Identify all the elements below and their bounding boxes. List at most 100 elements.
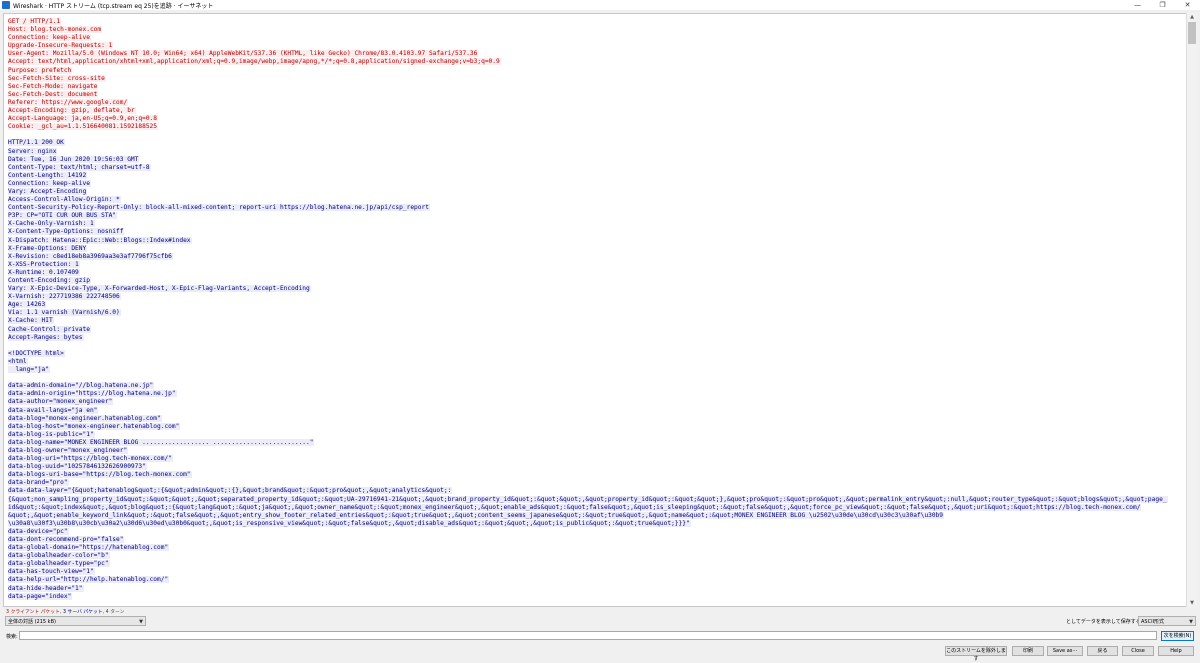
- stream-line-text: Content-Encoding: gzip: [8, 277, 91, 284]
- find-next-button[interactable]: 次を検索(N): [1161, 631, 1194, 641]
- wireshark-app-icon: [2, 1, 10, 9]
- stream-line-text: Via: 1.1 varnish (Varnish/6.0): [8, 309, 121, 317]
- server-stream-line: data-blog-host="monex-engineer.hatenablo…: [8, 422, 1186, 431]
- server-stream-line: data-hide-header="1": [8, 584, 1186, 593]
- stream-line-text: Connection: keep-alive: [8, 179, 91, 187]
- window-title: Wireshark · HTTP ストリーム (tcp.stream eq 25…: [13, 2, 214, 10]
- stream-line-text: \u30a8\u30f3\u30b8\u30cb\u30a2\u30d6\u30…: [8, 519, 691, 527]
- stream-line-text: <!DOCTYPE html>: [8, 349, 65, 357]
- stream-line-text: Sec-Fetch-Dest: document: [8, 90, 99, 98]
- stream-content-pane[interactable]: GET / HTTP/1.1 Host: blog.tech-monex.com C…: [3, 13, 1187, 607]
- server-stream-line: X-Frame-Options: DENY: [8, 244, 1186, 253]
- stream-line-text: HTTP/1.1 200 OK: [8, 139, 65, 147]
- stream-line-text: Referer: https://www.google.com/: [8, 98, 129, 106]
- back-button[interactable]: 戻る: [1087, 646, 1118, 656]
- stream-line-text: data-blog-uri="https://blog.tech-monex.c…: [8, 455, 173, 463]
- stream-line-text: Accept-Ranges: bytes: [8, 333, 84, 341]
- client-stream-line: Accept-Encoding: gzip, deflate, br: [8, 107, 1186, 115]
- scroll-up-icon[interactable]: ▲: [1187, 13, 1197, 21]
- stream-line-text: data-blog-host="monex-engineer.hatenablo…: [8, 422, 181, 430]
- search-row: 検索: 次を検索(N): [0, 631, 1200, 642]
- stream-text[interactable]: GET / HTTP/1.1 Host: blog.tech-monex.com C…: [8, 18, 1186, 601]
- server-stream-line: Via: 1.1 varnish (Varnish/6.0): [8, 309, 1186, 317]
- vertical-scrollbar[interactable]: ▲ ▼: [1186, 13, 1197, 607]
- server-stream-line: data-has-touch-view="1": [8, 568, 1186, 576]
- stream-line-text: Accept-Encoding: gzip, deflate, br: [8, 107, 136, 115]
- legend-turns: 4 ターン: [105, 610, 125, 615]
- stream-line-text: Vary: X-Epic-Device-Type, X-Forwarded-Ho…: [8, 285, 311, 293]
- stream-line-text: X-Dispatch: Hatena::Epic::Web::Blogs::In…: [8, 236, 192, 244]
- packet-legend: 3 クライアント パケット, 3 サーバ パケット, 4 ターン: [6, 610, 125, 615]
- stream-line-text: Cookie: _gcl_au=1.1.516640081.1592188525: [8, 123, 159, 131]
- stream-line-text: data-device="pc": [8, 527, 69, 535]
- legend-client-packets: 3 クライアント パケット: [6, 610, 60, 615]
- scroll-down-icon[interactable]: ▼: [1187, 599, 1197, 607]
- format-select-value: ASCII形式: [1141, 619, 1165, 625]
- server-stream-line: HTTP/1.1 200 OK: [8, 139, 1186, 147]
- server-stream-line: data-globalheader-color="b": [8, 552, 1186, 560]
- client-stream-line: User-Agent: Mozilla/5.0 (Windows NT 10.0…: [8, 50, 1186, 58]
- format-select[interactable]: ASCII形式 ▼: [1138, 616, 1196, 626]
- client-stream-line: Purpose: prefetch: [8, 66, 1186, 75]
- client-stream-line: Sec-Fetch-Site: cross-site: [8, 74, 1186, 83]
- server-stream-line: data-blogs-uri-base="https://blog.tech-m…: [8, 471, 1186, 479]
- server-stream-line: data-brand="pro": [8, 479, 1186, 487]
- server-stream-line: &quot;,&quot;enable_keyword_link&quot;:&…: [8, 511, 1186, 520]
- server-stream-line: X-Content-Type-Options: nosniff: [8, 228, 1186, 236]
- server-stream-line: Connection: keep-alive: [8, 179, 1186, 188]
- server-stream-line: Server: nginx: [8, 147, 1186, 156]
- search-input[interactable]: [19, 631, 1157, 640]
- chevron-down-icon: ▼: [139, 619, 143, 625]
- server-stream-line: Content-Length: 14192: [8, 171, 1186, 180]
- stream-line-text: Cache-Control: private: [8, 325, 91, 333]
- server-stream-line: data-data-layer="{&quot;hatenablog&quot;…: [8, 487, 1186, 495]
- stream-line-text: data-avail-langs="ja en": [8, 406, 99, 414]
- client-stream-line: GET / HTTP/1.1: [8, 18, 1186, 26]
- client-stream-line: Sec-Fetch-Mode: navigate: [8, 82, 1186, 91]
- blank-stream-line: [8, 342, 1186, 350]
- server-stream-line: data-author="monex_engineer": [8, 398, 1186, 406]
- stream-line-text: data-blog-name="MONEX ENGINEER BLOG ....…: [8, 438, 315, 446]
- stream-line-text: data-dont-recommend-pro="false": [8, 536, 125, 543]
- stream-line-text: Access-Control-Allow-Origin: *: [8, 196, 121, 204]
- stream-line-text: [8, 374, 9, 381]
- stream-line-text: Age: 14263: [8, 301, 47, 309]
- maximize-button[interactable]: ❐: [1150, 0, 1175, 10]
- minimize-button[interactable]: —: [1125, 0, 1150, 10]
- server-stream-line: data-help-url="http://help.hatenablog.co…: [8, 576, 1186, 584]
- blank-stream-line: [8, 374, 1186, 382]
- client-stream-line: Sec-Fetch-Dest: document: [8, 90, 1186, 99]
- server-stream-line: data-blog-owner="monex_engineer": [8, 446, 1186, 455]
- close-window-button[interactable]: ✕: [1175, 0, 1200, 10]
- server-stream-line: data-blog-uri="https://blog.tech-monex.c…: [8, 455, 1186, 463]
- dialog-button-row: このストリームを除外します 印刷 Save as··· 戻る Close Hel…: [0, 646, 1200, 662]
- save-as-button[interactable]: Save as···: [1047, 646, 1083, 656]
- stream-line-text: data-admin-origin="https://blog.hatena.n…: [8, 390, 177, 398]
- stream-line-text: [8, 131, 9, 138]
- server-stream-line: data-blog="monex-engineer.hatenablog.com…: [8, 414, 1186, 423]
- conversation-select[interactable]: 全体の対話 (215 kB) ▼: [5, 616, 146, 626]
- stream-line-text: P3P: CP="OTI CUR OUR BUS STA": [8, 212, 118, 220]
- server-stream-line: Content-Type: text/html; charset=utf-8: [8, 163, 1186, 172]
- client-stream-line: Accept: text/html,application/xhtml+xml,…: [8, 58, 1186, 66]
- filter-out-stream-button[interactable]: このストリームを除外します: [945, 646, 1007, 662]
- stream-line-text: data-globalheader-color="b": [8, 552, 110, 560]
- stream-line-text: X-Runtime: 0.107409: [8, 268, 80, 276]
- server-stream-line: Date: Tue, 16 Jun 2020 19:56:03 GMT: [8, 155, 1186, 164]
- help-button[interactable]: Help: [1158, 646, 1194, 656]
- server-stream-line: Cache-Control: private: [8, 325, 1186, 334]
- stream-line-text: Host: blog.tech-monex.com: [8, 26, 103, 34]
- server-stream-line: lang="ja": [8, 366, 1186, 374]
- server-stream-line: Vary: X-Epic-Device-Type, X-Forwarded-Ho…: [8, 285, 1186, 293]
- print-button[interactable]: 印刷: [1012, 646, 1044, 656]
- stream-line-text: data-blog-is-public="1": [8, 430, 95, 438]
- server-stream-line: id&quot;:&quot;index&quot;,&quot;blog&qu…: [8, 503, 1186, 512]
- close-button[interactable]: Close: [1122, 646, 1154, 656]
- scrollbar-thumb[interactable]: [1188, 22, 1196, 44]
- stream-line-text: data-admin-domain="//blog.hatena.ne.jp": [8, 382, 155, 390]
- stream-line-text: {&quot;non_sampling_property_id&quot;:&q…: [8, 495, 1168, 503]
- stream-line-text: <html: [8, 357, 28, 365]
- server-stream-line: data-admin-domain="//blog.hatena.ne.jp": [8, 382, 1186, 390]
- stream-line-text: data-blog-owner="monex_engineer": [8, 446, 129, 454]
- stream-line-text: X-Frame-Options: DENY: [8, 244, 88, 252]
